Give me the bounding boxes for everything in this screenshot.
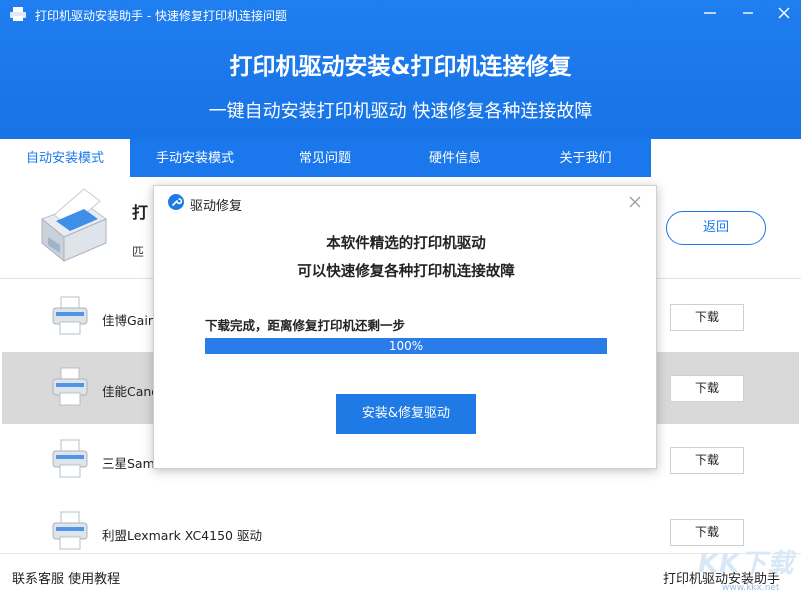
info-title: 打 — [132, 199, 148, 223]
dialog-title: 驱动修复 — [190, 195, 242, 214]
dialog-message-line-1: 本软件精选的打印机驱动 — [154, 232, 658, 253]
download-button[interactable]: 下载 — [670, 304, 744, 331]
info-subtitle: 匹 — [132, 243, 144, 260]
printer-app-icon — [9, 6, 27, 22]
printer-icon — [50, 510, 90, 552]
footer-bar: 联系客服 使用教程 打印机驱动安装助手 — [0, 553, 801, 595]
maximize-icon[interactable] — [738, 4, 758, 22]
tab-faq[interactable]: 常见问题 — [260, 139, 390, 177]
watermark-logo: KK下载 — [698, 543, 794, 580]
header-banner: 打印机驱动安装助手 - 快速修复打印机连接问题 打印机驱动安装&打印机连接修复 … — [0, 0, 801, 139]
download-button[interactable]: 下载 — [670, 375, 744, 402]
tab-about-us[interactable]: 关于我们 — [520, 139, 651, 177]
driver-name: 利盟Lexmark XC4150 驱动 — [102, 525, 262, 544]
watermark-url: www.kkx.net — [722, 583, 780, 593]
install-repair-button[interactable]: 安装&修复驱动 — [336, 394, 476, 434]
close-icon[interactable] — [627, 194, 643, 210]
driver-name: 佳博Gain — [102, 310, 156, 329]
minimize-icon[interactable] — [700, 4, 720, 22]
header-subtitle: 一键自动安装打印机驱动 快速修复各种连接故障 — [0, 97, 801, 123]
tab-hardware-info[interactable]: 硬件信息 — [390, 139, 520, 177]
progress-label: 100% — [205, 338, 607, 354]
printer-icon — [50, 366, 90, 408]
download-button[interactable]: 下载 — [670, 519, 744, 546]
download-button[interactable]: 下载 — [670, 447, 744, 474]
tab-bar: 自动安装模式 手动安装模式 常见问题 硬件信息 关于我们 — [0, 139, 651, 177]
footer-links[interactable]: 联系客服 使用教程 — [12, 568, 120, 587]
driver-name: 三星Sam — [102, 453, 155, 472]
dialog-message-line-2: 可以快速修复各种打印机连接故障 — [154, 260, 658, 281]
printer-icon — [50, 295, 90, 337]
printer-icon — [50, 438, 90, 480]
back-button[interactable]: 返回 — [666, 211, 766, 245]
header-title: 打印机驱动安装&打印机连接修复 — [0, 47, 801, 81]
close-icon[interactable] — [774, 4, 794, 22]
title-bar: 打印机驱动安装助手 - 快速修复打印机连接问题 — [0, 0, 801, 28]
progress-bar: 100% — [205, 338, 607, 354]
driver-repair-dialog: 驱动修复 本软件精选的打印机驱动 可以快速修复各种打印机连接故障 下载完成，距离… — [153, 185, 657, 469]
wrench-icon — [168, 194, 184, 210]
tab-manual-install[interactable]: 手动安装模式 — [130, 139, 260, 177]
tab-auto-install[interactable]: 自动安装模式 — [0, 139, 130, 177]
window-title: 打印机驱动安装助手 - 快速修复打印机连接问题 — [35, 7, 287, 24]
driver-name: 佳能Cano — [102, 381, 159, 400]
download-status: 下载完成，距离修复打印机还剩一步 — [205, 315, 405, 334]
printer-icon — [34, 185, 110, 265]
